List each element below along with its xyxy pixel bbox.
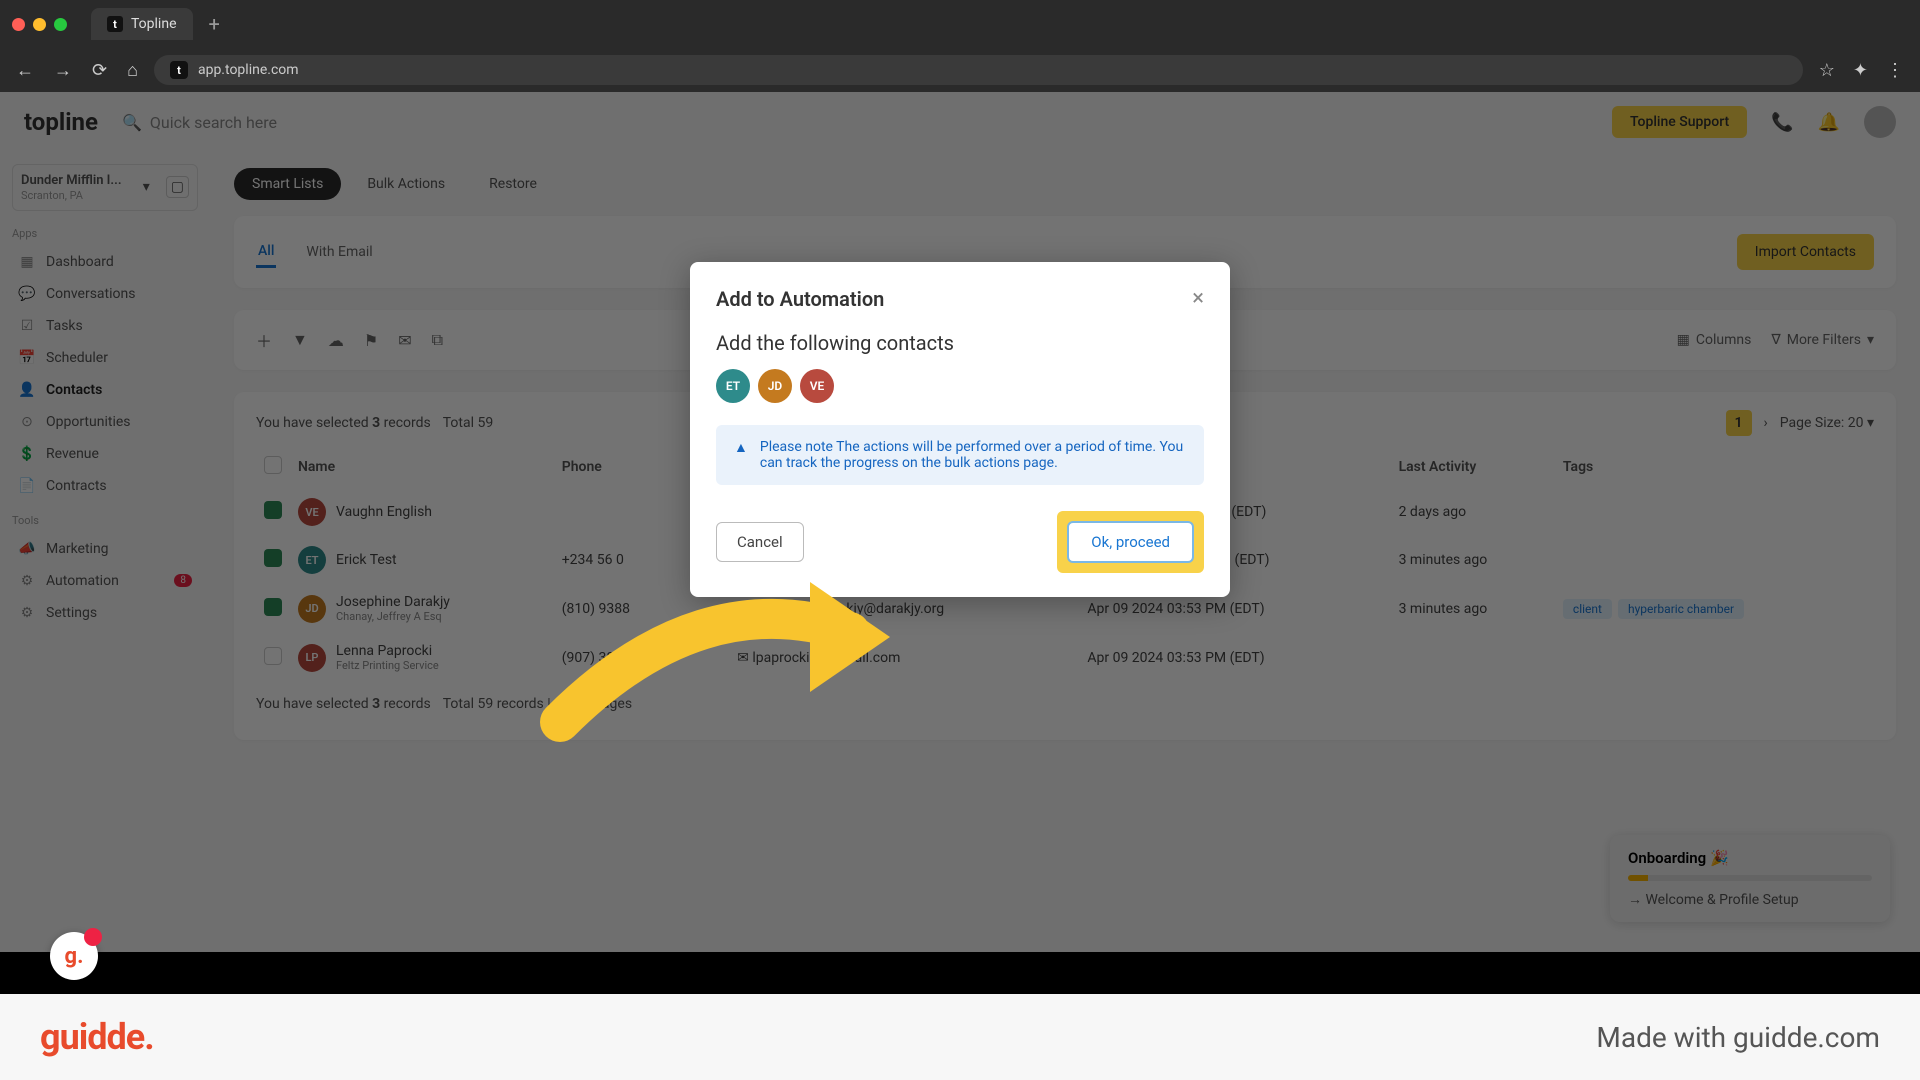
home-icon[interactable]: ⌂ xyxy=(127,60,138,81)
cancel-button[interactable]: Cancel xyxy=(716,522,804,562)
ok-highlight: Ok, proceed xyxy=(1057,511,1204,573)
modal-title: Add to Automation xyxy=(716,287,884,311)
minimize-window-icon[interactable] xyxy=(33,18,46,31)
favicon-icon: t xyxy=(107,16,123,32)
forward-icon[interactable]: → xyxy=(54,60,72,81)
browser-tab-strip: t Topline + xyxy=(0,0,1920,48)
reload-icon[interactable]: ⟳ xyxy=(92,60,107,81)
url-text: app.topline.com xyxy=(198,62,299,78)
browser-tab[interactable]: t Topline xyxy=(91,8,193,40)
warning-icon: ▲ xyxy=(734,439,748,471)
extensions-icon[interactable]: ✦ xyxy=(1853,60,1868,81)
info-banner: ▲ Please note The actions will be perfor… xyxy=(716,425,1204,485)
guidde-footer: guidde Made with guidde.com xyxy=(0,994,1920,1080)
guidde-chip-icon[interactable]: g. xyxy=(50,932,98,980)
app-root: topline 🔍 Quick search here Topline Supp… xyxy=(0,92,1920,952)
close-window-icon[interactable] xyxy=(12,18,25,31)
add-to-automation-modal: Add to Automation × Add the following co… xyxy=(690,262,1230,597)
back-icon[interactable]: ← xyxy=(16,60,34,81)
maximize-window-icon[interactable] xyxy=(54,18,67,31)
window-controls xyxy=(12,18,67,31)
contact-avatars: ETJDVE xyxy=(716,369,1204,403)
browser-toolbar: ← → ⟳ ⌂ t app.topline.com ☆ ✦ ⋮ xyxy=(0,48,1920,92)
url-input[interactable]: t app.topline.com xyxy=(154,55,1803,85)
kebab-menu-icon[interactable]: ⋮ xyxy=(1886,60,1904,81)
guidde-logo: guidde xyxy=(40,1016,154,1058)
new-tab-button[interactable]: + xyxy=(209,12,220,36)
avatar-chip: VE xyxy=(800,369,834,403)
avatar-chip: JD xyxy=(758,369,792,403)
close-icon[interactable]: × xyxy=(1192,286,1204,311)
bookmark-icon[interactable]: ☆ xyxy=(1819,60,1835,81)
made-with-text: Made with guidde.com xyxy=(1596,1021,1880,1054)
avatar-chip: ET xyxy=(716,369,750,403)
modal-subtitle: Add the following contacts xyxy=(716,331,1204,355)
tab-title: Topline xyxy=(131,16,177,32)
site-favicon-icon: t xyxy=(170,61,188,79)
ok-proceed-button[interactable]: Ok, proceed xyxy=(1067,521,1194,563)
info-text: Please note The actions will be performe… xyxy=(760,439,1186,471)
